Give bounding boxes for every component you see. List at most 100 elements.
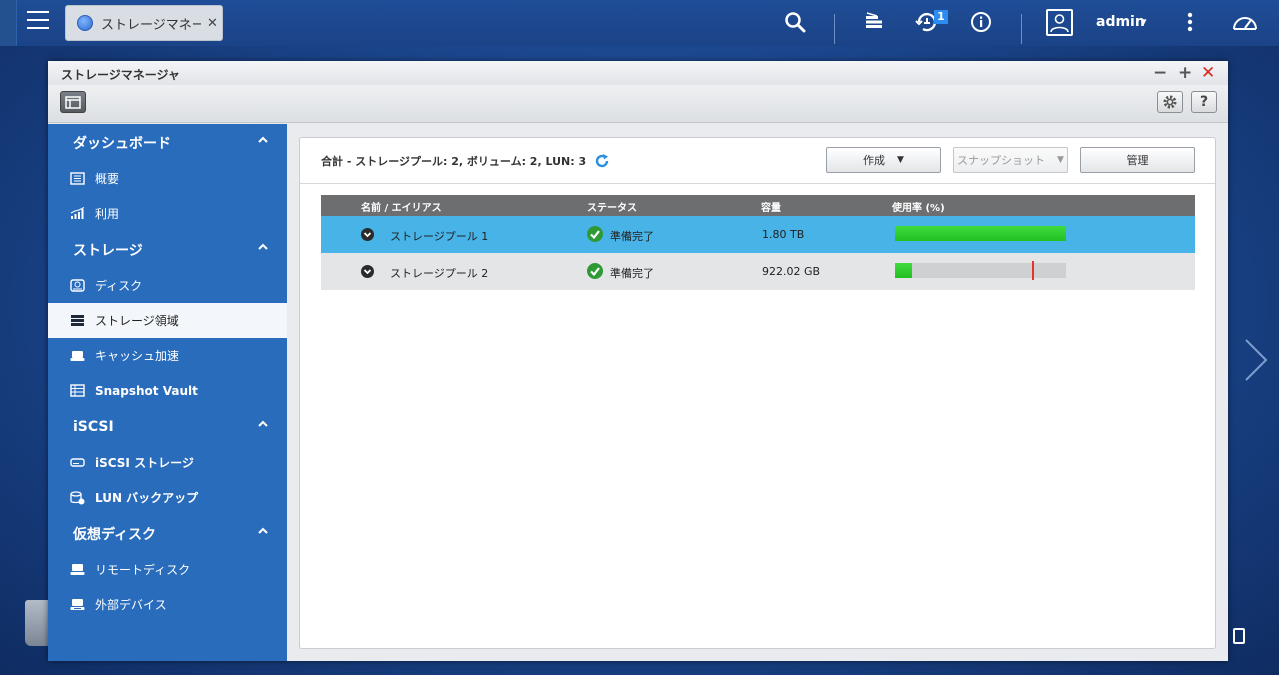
sidebar-item-label: iSCSI ストレージ	[95, 456, 194, 470]
user-name[interactable]: admin	[1096, 14, 1145, 30]
settings-button[interactable]	[1157, 91, 1183, 113]
external-device-icon	[69, 598, 85, 612]
minimize-button[interactable]: −	[1153, 63, 1167, 83]
chevron-down-icon[interactable]: ▾	[1141, 15, 1147, 28]
iscsi-storage-icon	[69, 456, 85, 470]
manage-button[interactable]: 管理	[1080, 147, 1195, 173]
top-bar: ストレージマネー... ✕ 1 admin ▾	[0, 0, 1279, 46]
help-button[interactable]: ?	[1191, 91, 1217, 113]
column-name[interactable]: 名前 / エイリアス	[361, 199, 442, 214]
sidebar-item-iscsi-storage[interactable]: iSCSI ストレージ	[48, 445, 287, 480]
column-capacity[interactable]: 容量	[761, 199, 781, 214]
snapshot-vault-icon	[69, 384, 85, 398]
layout-toggle-button[interactable]	[60, 91, 86, 113]
sidebar-item-label: キャッシュ加速	[95, 349, 180, 363]
next-page-arrow-icon[interactable]	[1243, 338, 1269, 382]
sidebar-item-label: リモートディスク	[95, 563, 191, 577]
snapshot-button[interactable]: スナップショット ▼	[953, 147, 1068, 173]
app-tab-storage-manager[interactable]: ストレージマネー... ✕	[65, 5, 223, 41]
usage-bar-fill	[895, 263, 912, 278]
divider	[300, 183, 1215, 184]
chevron-up-icon[interactable]	[258, 242, 268, 252]
sidebar-item-label: ディスク	[95, 279, 143, 293]
lun-backup-icon	[69, 490, 85, 505]
sidebar-section-title: ダッシュボード	[73, 135, 171, 152]
menu-icon[interactable]	[27, 11, 49, 29]
usage-threshold-marker	[1032, 261, 1034, 280]
sidebar-item-label: ストレージ領域	[95, 314, 179, 328]
sidebar: ダッシュボード 概要 利用 ストレージ ディスク ストレージ領域 キャッシュ加速	[48, 124, 287, 661]
overview-icon	[69, 172, 85, 186]
column-usage[interactable]: 使用率 (%)	[892, 199, 945, 214]
pool-capacity: 922.02 GB	[762, 265, 821, 278]
remote-disk-icon	[69, 563, 85, 577]
desktop-widget-icon[interactable]	[1233, 628, 1245, 644]
window-titlebar[interactable]: ストレージマネージャ − + ✕	[48, 61, 1228, 85]
stack-icon[interactable]	[862, 11, 886, 38]
sidebar-item-external-device[interactable]: 外部デバイス	[48, 587, 287, 622]
snapshot-button-label: スナップショット	[957, 154, 1046, 167]
sidebar-item-usage[interactable]: 利用	[48, 196, 287, 231]
maximize-button[interactable]: +	[1178, 63, 1192, 83]
refresh-icon[interactable]	[594, 153, 610, 169]
sidebar-section-dashboard[interactable]: ダッシュボード	[48, 124, 287, 161]
chevron-up-icon[interactable]	[258, 419, 268, 429]
summary-text: 合計 - ストレージプール: 2, ボリューム: 2, LUN: 3	[321, 155, 587, 168]
storage-pool-table: 名前 / エイリアス ステータス 容量 使用率 (%) ストレージプール 1 準…	[321, 195, 1195, 290]
sidebar-section-storage[interactable]: ストレージ	[48, 231, 287, 268]
summary-bar: 合計 - ストレージプール: 2, ボリューム: 2, LUN: 3	[321, 153, 610, 169]
create-button[interactable]: 作成 ▼	[826, 147, 941, 173]
usage-bar	[895, 261, 1066, 280]
chevron-up-icon[interactable]	[258, 135, 268, 145]
info-icon[interactable]	[969, 11, 993, 38]
notification-badge: 1	[934, 10, 948, 24]
more-icon[interactable]	[1180, 11, 1200, 38]
caret-down-icon: ▼	[897, 155, 904, 165]
table-row[interactable]: ストレージプール 1 準備完了 1.80 TB	[321, 216, 1195, 253]
pool-status: 準備完了	[610, 267, 654, 280]
sidebar-item-storage-space[interactable]: ストレージ領域	[48, 303, 287, 338]
usage-bar	[895, 226, 1066, 241]
sidebar-item-label: Snapshot Vault	[95, 383, 198, 398]
expand-icon[interactable]	[361, 265, 374, 278]
chevron-up-icon[interactable]	[258, 526, 268, 536]
separator	[1021, 14, 1022, 44]
caret-down-icon: ▼	[1057, 155, 1064, 165]
sidebar-item-label: 利用	[95, 207, 120, 221]
table-row[interactable]: ストレージプール 2 準備完了 922.02 GB	[321, 253, 1195, 290]
close-button[interactable]: ✕	[1201, 63, 1215, 83]
sidebar-section-title: 仮想ディスク	[73, 526, 157, 543]
sidebar-item-overview[interactable]: 概要	[48, 161, 287, 196]
sidebar-item-remote-disk[interactable]: リモートディスク	[48, 552, 287, 587]
gear-icon	[1163, 95, 1177, 109]
pool-status: 準備完了	[610, 230, 654, 243]
sidebar-section-iscsi[interactable]: iSCSI	[48, 408, 287, 445]
window-toolbar: ?	[48, 85, 1228, 123]
user-icon[interactable]	[1046, 9, 1073, 36]
search-icon[interactable]	[783, 11, 807, 38]
usage-chart-icon	[69, 207, 85, 221]
pool-name: ストレージプール 1	[390, 230, 489, 243]
expand-icon[interactable]	[361, 228, 374, 241]
pool-name: ストレージプール 2	[390, 267, 489, 280]
column-status[interactable]: ステータス	[587, 199, 637, 214]
sidebar-item-label: 外部デバイス	[95, 598, 167, 612]
create-button-label: 作成	[863, 154, 886, 167]
sidebar-item-label: LUN バックアップ	[95, 491, 199, 505]
main-panel: 合計 - ストレージプール: 2, ボリューム: 2, LUN: 3 作成 ▼ …	[287, 124, 1228, 661]
sidebar-item-disk[interactable]: ディスク	[48, 268, 287, 303]
sidebar-item-lun-backup[interactable]: LUN バックアップ	[48, 480, 287, 515]
close-icon[interactable]: ✕	[207, 16, 218, 31]
check-circle-icon	[587, 226, 603, 242]
cache-icon	[69, 349, 85, 363]
sidebar-section-virtual-disk[interactable]: 仮想ディスク	[48, 515, 287, 552]
storage-space-icon	[69, 314, 85, 328]
pool-capacity: 1.80 TB	[762, 228, 805, 241]
usage-bar-fill	[895, 226, 1066, 241]
sidebar-item-cache-acceleration[interactable]: キャッシュ加速	[48, 338, 287, 373]
sidebar-item-snapshot-vault[interactable]: Snapshot Vault	[48, 373, 287, 408]
sidebar-section-title: ストレージ	[73, 242, 143, 259]
sidebar-item-label: 概要	[95, 172, 120, 186]
dashboard-gauge-icon[interactable]	[1231, 11, 1259, 38]
disk-icon	[69, 279, 85, 293]
